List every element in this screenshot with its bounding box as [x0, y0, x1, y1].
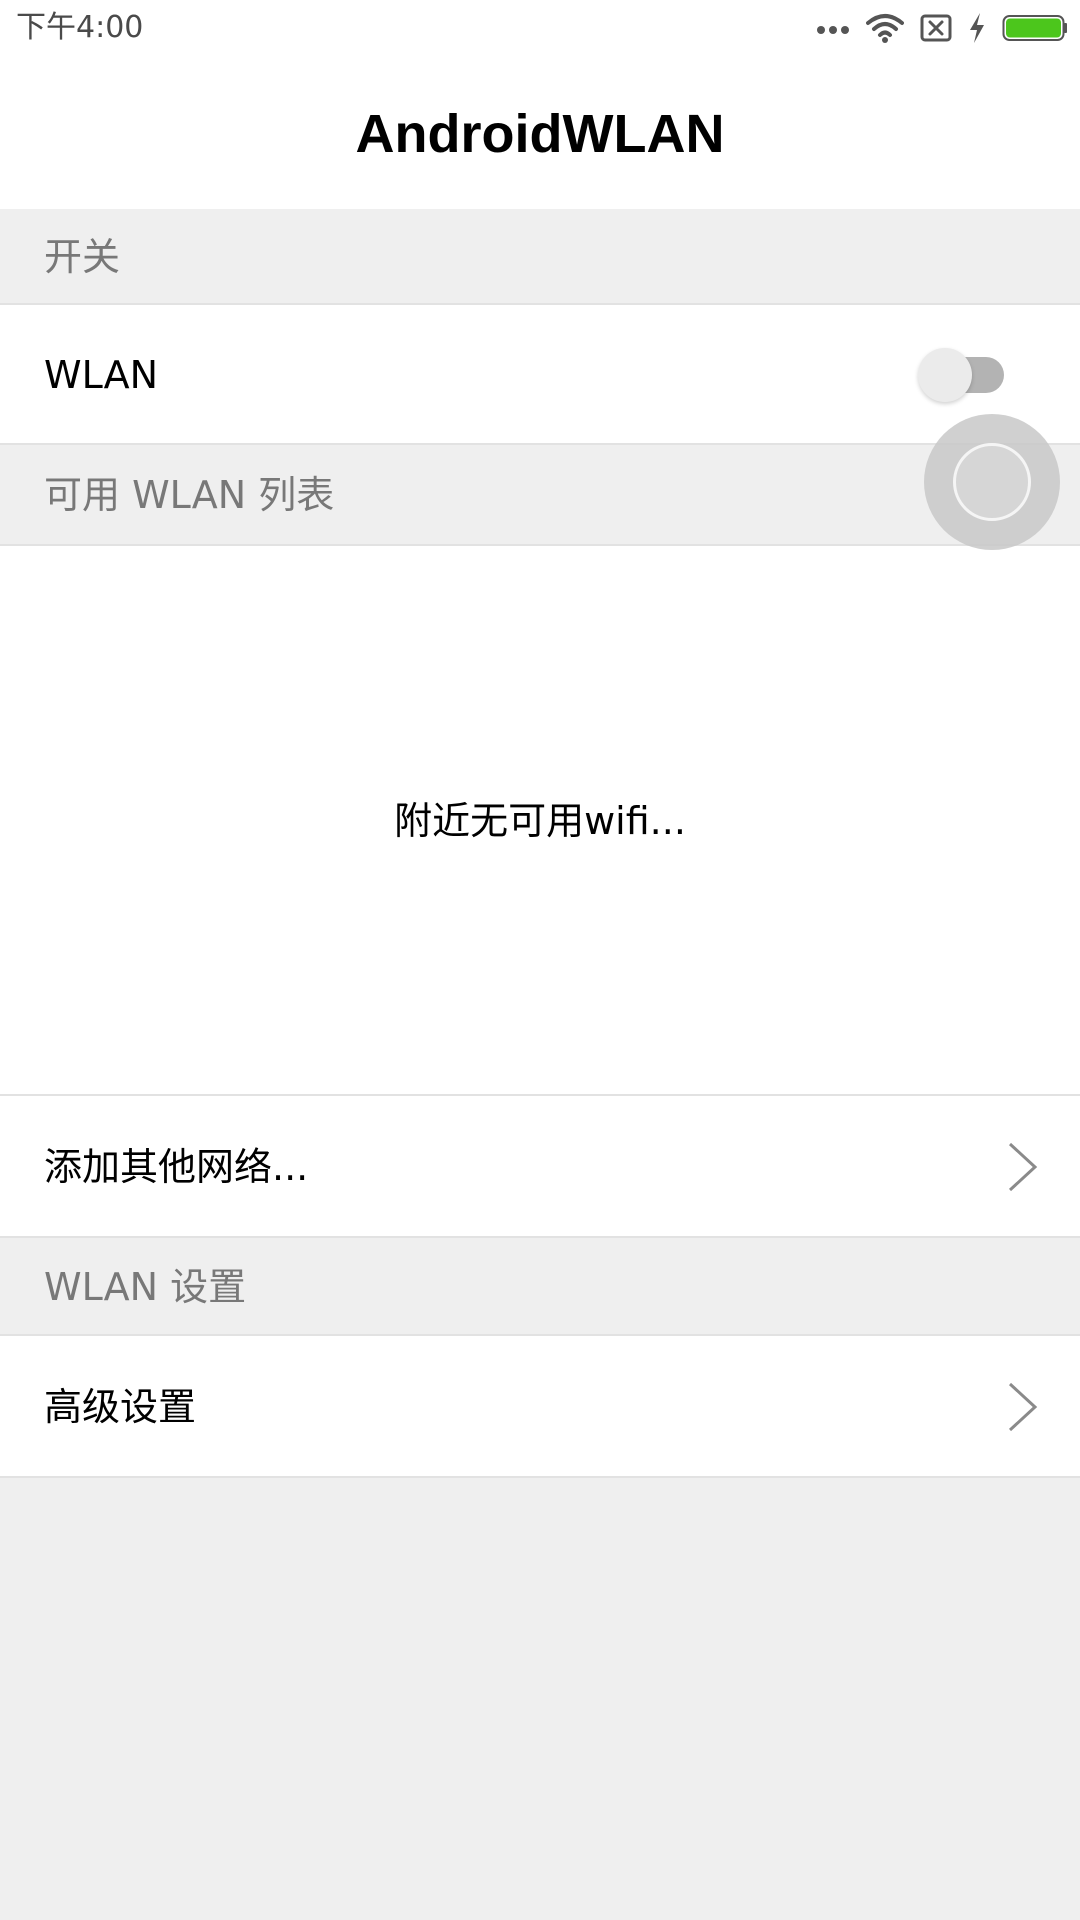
section-header-available: 可用 WLAN 列表	[0, 445, 1080, 546]
more-dots-icon	[816, 21, 850, 40]
status-icons	[816, 10, 1068, 50]
section-header-settings: WLAN 设置	[0, 1238, 1080, 1336]
toggle-knob	[918, 348, 972, 402]
chevron-right-icon	[1004, 1141, 1040, 1193]
charging-bolt-icon	[968, 13, 986, 47]
page-title: AndroidWLAN	[355, 103, 725, 164]
floating-assistive-ball[interactable]	[924, 414, 1060, 550]
add-network-row[interactable]: 添加其他网络...	[0, 1096, 1080, 1238]
floating-ball-inner-ring	[953, 443, 1031, 521]
advanced-settings-label: 高级设置	[44, 1385, 197, 1429]
title-bar: AndroidWLAN	[0, 58, 1080, 209]
wifi-icon	[866, 13, 904, 47]
wlan-label: WLAN	[44, 353, 159, 397]
chevron-right-icon	[1004, 1381, 1040, 1433]
section-header-settings-label: WLAN 设置	[44, 1265, 247, 1309]
sim-error-icon	[920, 14, 952, 46]
advanced-settings-row[interactable]: 高级设置	[0, 1336, 1080, 1478]
wlan-toggle[interactable]	[918, 348, 1006, 402]
battery-icon	[1002, 14, 1068, 46]
empty-network-message: 附近无可用wifi...	[394, 799, 686, 843]
section-header-available-label: 可用 WLAN 列表	[44, 473, 335, 517]
section-header-switch: 开关	[0, 209, 1080, 305]
wlan-toggle-row[interactable]: WLAN	[0, 305, 1080, 445]
status-time: 下午4:00	[16, 10, 144, 45]
add-network-label: 添加其他网络...	[44, 1145, 309, 1189]
section-header-switch-label: 开关	[44, 235, 121, 279]
status-bar: 下午4:00	[0, 0, 1080, 58]
